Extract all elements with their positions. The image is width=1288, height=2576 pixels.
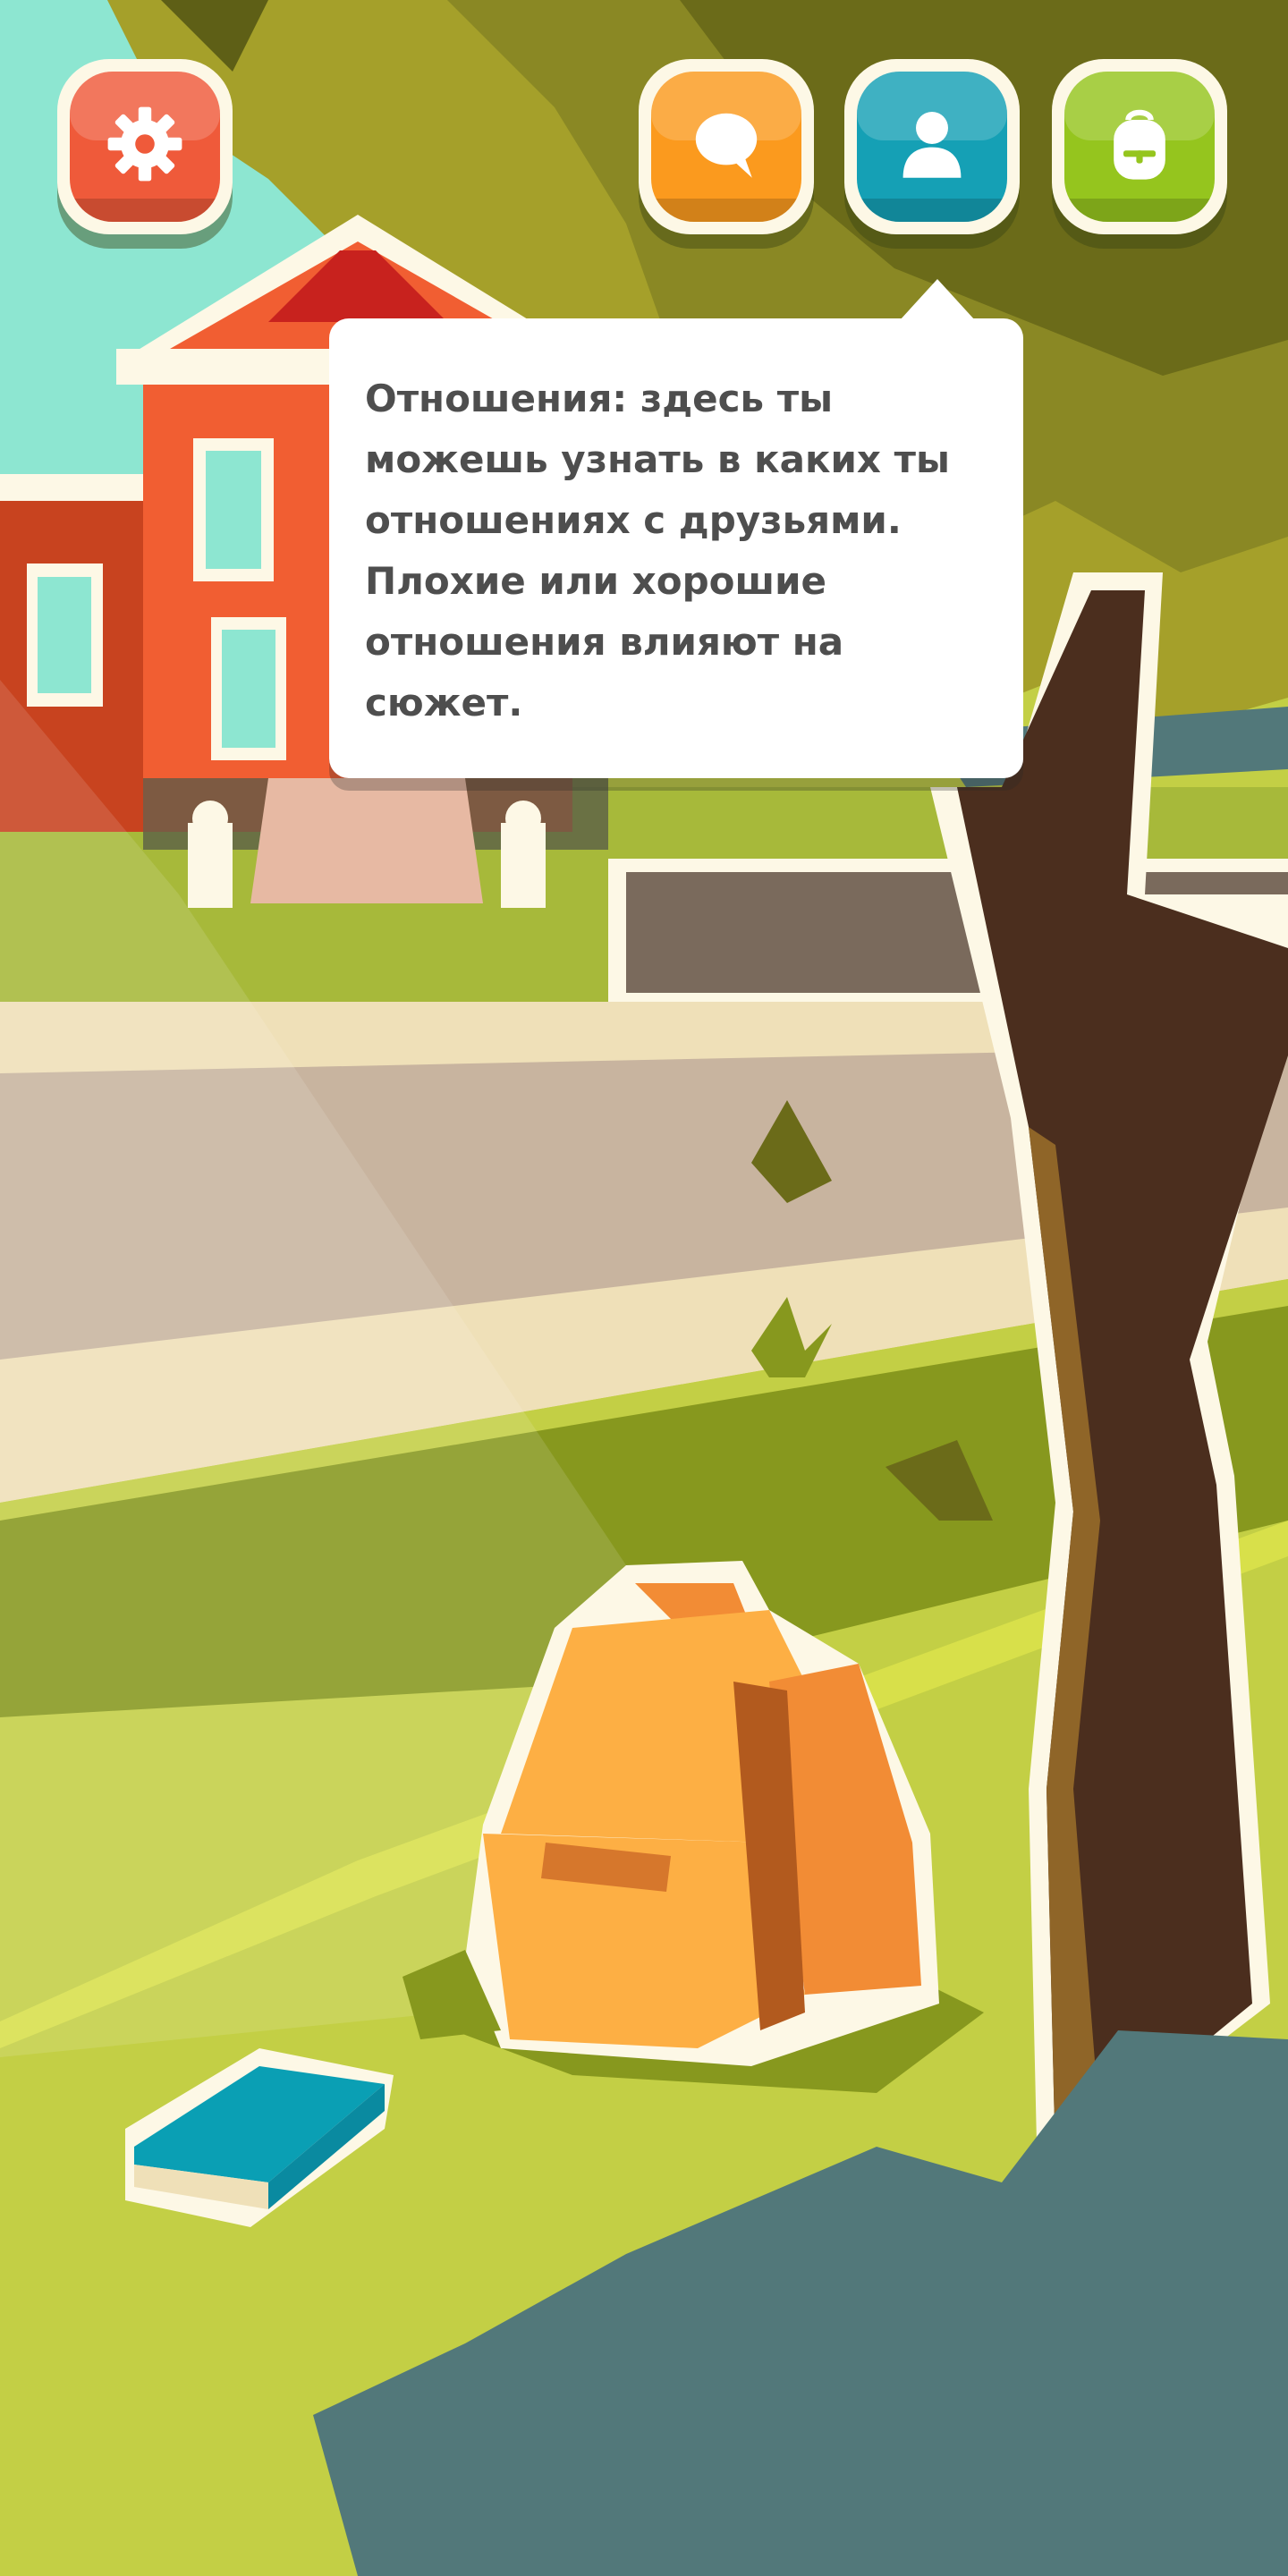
settings-button[interactable] bbox=[57, 59, 233, 234]
user-icon bbox=[902, 112, 962, 178]
inventory-button[interactable] bbox=[1052, 59, 1227, 234]
relationships-tooltip: Отношения: здесь ты можешь узнать в каки… bbox=[329, 279, 1023, 778]
chat-button[interactable] bbox=[639, 59, 814, 234]
speech-bubble-icon bbox=[695, 113, 758, 178]
backpack-icon bbox=[1114, 109, 1165, 180]
relationships-button[interactable] bbox=[844, 59, 1020, 234]
tooltip-text: Отношения: здесь ты можешь узнать в каки… bbox=[365, 377, 950, 724]
gear-icon bbox=[107, 106, 182, 182]
